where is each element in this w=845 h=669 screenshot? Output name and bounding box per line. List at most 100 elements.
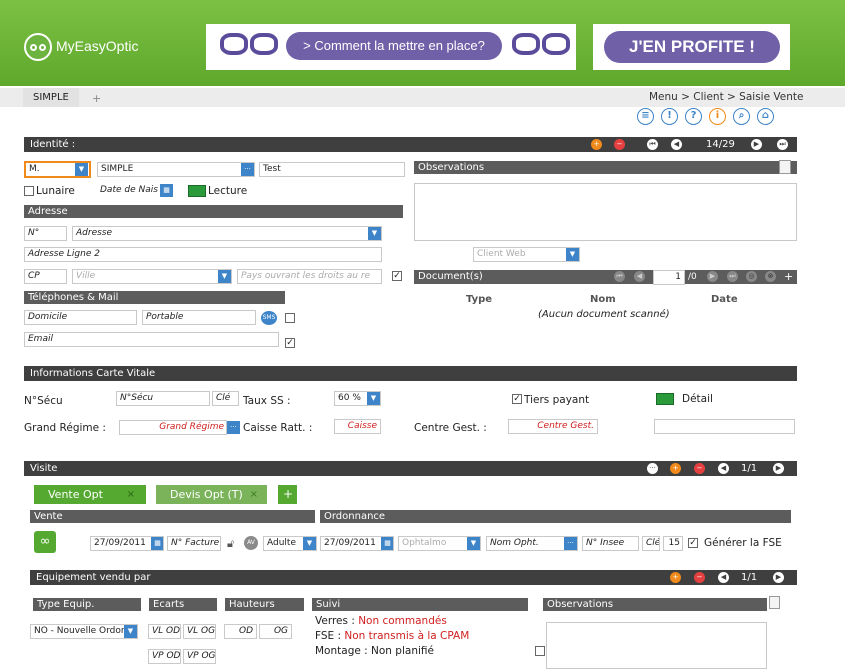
doc-scan-icon[interactable]: ◎	[746, 271, 757, 282]
grand-regime-lookup-icon[interactable]: ···	[227, 421, 240, 434]
pays-field[interactable]: Pays ouvrant les droits au re	[237, 269, 382, 284]
ophtalmo-select[interactable]: Ophtalmo ▼	[398, 536, 481, 551]
nom-opht-field[interactable]: Nom Opht. ···	[486, 536, 578, 551]
tab-vente-opt[interactable]: Vente Opt ×	[34, 485, 146, 504]
first-icon[interactable]: ⏮	[647, 139, 658, 150]
doc-add-icon[interactable]: +	[784, 270, 793, 283]
hauteur-og-field[interactable]: OG	[259, 624, 292, 639]
portable-field[interactable]: Portable	[142, 310, 256, 325]
centre-gest-detail-field[interactable]	[654, 419, 795, 434]
ville-select[interactable]: Ville ▼	[72, 269, 232, 284]
promo-offer-banner[interactable]: J'EN PROFITE !	[593, 24, 790, 70]
montage-checkbox[interactable]	[535, 646, 545, 656]
next-icon[interactable]: ▶	[751, 139, 762, 150]
cle-field[interactable]: Clé	[212, 391, 239, 406]
equip-remove-icon[interactable]: −	[694, 572, 705, 583]
detail-button[interactable]: Détail	[682, 393, 713, 405]
doc-next-icon[interactable]: ▶	[707, 271, 718, 282]
facture-field[interactable]: N° Facture	[167, 536, 221, 551]
info-icon[interactable]: i	[709, 108, 726, 125]
equip-edit-note-icon[interactable]	[769, 596, 780, 609]
promo-banner[interactable]: > Comment la mettre en place?	[206, 24, 576, 70]
edit-note-icon[interactable]	[779, 160, 791, 174]
lecture-button[interactable]: Lecture	[208, 185, 247, 197]
carte-vitale-detail-icon[interactable]	[656, 393, 674, 405]
taux-ss-select[interactable]: 60 % ▼	[334, 391, 381, 406]
vl-og-field[interactable]: VL OG	[183, 624, 216, 639]
visite-remove-icon[interactable]: −	[694, 463, 705, 474]
fse-status: Non transmis à la CPAM	[344, 630, 470, 642]
tiers-payant-checkbox[interactable]: ✓	[512, 394, 522, 404]
home-icon[interactable]: ⌂	[757, 108, 774, 125]
list-icon[interactable]: ≡	[637, 108, 654, 125]
equip-observations-textarea[interactable]	[546, 622, 767, 669]
nsecu-field[interactable]: N°Sécu	[116, 391, 210, 406]
tab-simple[interactable]: SIMPLE	[23, 88, 79, 107]
search-user-icon[interactable]: ⌕	[733, 108, 750, 125]
type-client-select[interactable]: Adulte ▼	[263, 536, 317, 551]
tab-devis-opt[interactable]: Devis Opt (T) ×	[156, 485, 267, 504]
alert-icon[interactable]: !	[661, 108, 678, 125]
doc-last-icon[interactable]: ⏭	[727, 271, 738, 282]
vl-od-field[interactable]: VL OD	[148, 624, 181, 639]
observations-textarea[interactable]	[414, 183, 797, 241]
nom-field[interactable]: SIMPLE ···	[97, 162, 255, 177]
insee-field[interactable]: N° Insee	[582, 536, 639, 551]
vp-og-field[interactable]: VP OG	[183, 649, 216, 664]
numero-field[interactable]: N°	[24, 226, 67, 241]
centre-gest-field[interactable]: Centre Gest.	[508, 419, 598, 434]
pays-checkbox[interactable]: ✓	[392, 271, 402, 281]
visite-prev-icon[interactable]: ◀	[718, 463, 729, 474]
sms-checkbox[interactable]	[285, 313, 295, 323]
generer-fse-checkbox[interactable]: ✓	[688, 538, 698, 548]
offer-button[interactable]: J'EN PROFITE !	[604, 31, 780, 63]
add-tab-button[interactable]: +	[92, 92, 101, 105]
visite-more-icon[interactable]: ···	[647, 463, 658, 474]
close-icon[interactable]: ×	[250, 485, 258, 504]
last-icon[interactable]: ⏭	[777, 139, 788, 150]
equip-prev-icon[interactable]: ◀	[718, 572, 729, 583]
help-icon[interactable]: ?	[685, 108, 702, 125]
lock-icon[interactable]: 🔓︎	[227, 537, 234, 551]
add-visite-tab-button[interactable]: +	[278, 485, 297, 504]
carte-vitale-icon[interactable]	[188, 185, 206, 197]
doc-delete-icon[interactable]: ⊗	[765, 271, 776, 282]
av-badge[interactable]: AV	[244, 536, 258, 550]
doc-first-icon[interactable]: ⏮	[614, 271, 625, 282]
visite-next-icon[interactable]: ▶	[773, 463, 784, 474]
date-vente-field[interactable]: 27/09/2011 ▦	[90, 536, 164, 551]
logo-icon[interactable]	[24, 33, 52, 61]
visite-add-icon[interactable]: +	[670, 463, 681, 474]
sms-icon[interactable]: SMS	[261, 311, 277, 325]
lunaire-checkbox[interactable]	[24, 186, 34, 196]
cle-ord-field[interactable]: 15	[663, 536, 683, 551]
prev-icon[interactable]: ◀	[671, 139, 682, 150]
close-icon[interactable]: ×	[127, 485, 135, 504]
hauteur-od-field[interactable]: OD	[224, 624, 257, 639]
add-icon[interactable]: +	[591, 139, 602, 150]
visite-header: Visite	[24, 461, 797, 476]
type-equip-select[interactable]: NO - Nouvelle Ordon ▼	[30, 624, 138, 639]
email-field[interactable]: Email	[24, 332, 279, 347]
doc-page-input[interactable]: 1	[653, 270, 685, 285]
link-icon[interactable]: ∞	[34, 531, 56, 553]
date-naissance-field[interactable]: Date de Nais ▦	[97, 184, 173, 199]
civilite-select[interactable]: M. ▼	[24, 161, 91, 178]
equip-add-icon[interactable]: +	[670, 572, 681, 583]
prenom-field[interactable]: Test	[259, 162, 405, 177]
client-web-select[interactable]: Client Web ▼	[473, 247, 580, 262]
caisse-field[interactable]: Caisse	[334, 419, 381, 434]
cp-field[interactable]: CP	[24, 269, 67, 284]
brand-name[interactable]: MyEasyOptic	[56, 38, 138, 54]
grand-regime-field[interactable]: Grand Régime	[119, 420, 227, 435]
domicile-field[interactable]: Domicile	[24, 310, 137, 325]
vp-od-field[interactable]: VP OD	[148, 649, 181, 664]
adresse2-field[interactable]: Adresse Ligne 2	[24, 247, 382, 262]
doc-prev-icon[interactable]: ◀	[634, 271, 645, 282]
adresse-field[interactable]: Adresse ▼	[72, 226, 382, 241]
email-checkbox[interactable]: ✓	[285, 338, 295, 348]
date-ordonnance-field[interactable]: 27/09/2011 ▦	[320, 536, 394, 551]
promo-cta-button[interactable]: > Comment la mettre en place?	[286, 32, 502, 60]
equip-next-icon[interactable]: ▶	[773, 572, 784, 583]
remove-icon[interactable]: −	[614, 139, 625, 150]
